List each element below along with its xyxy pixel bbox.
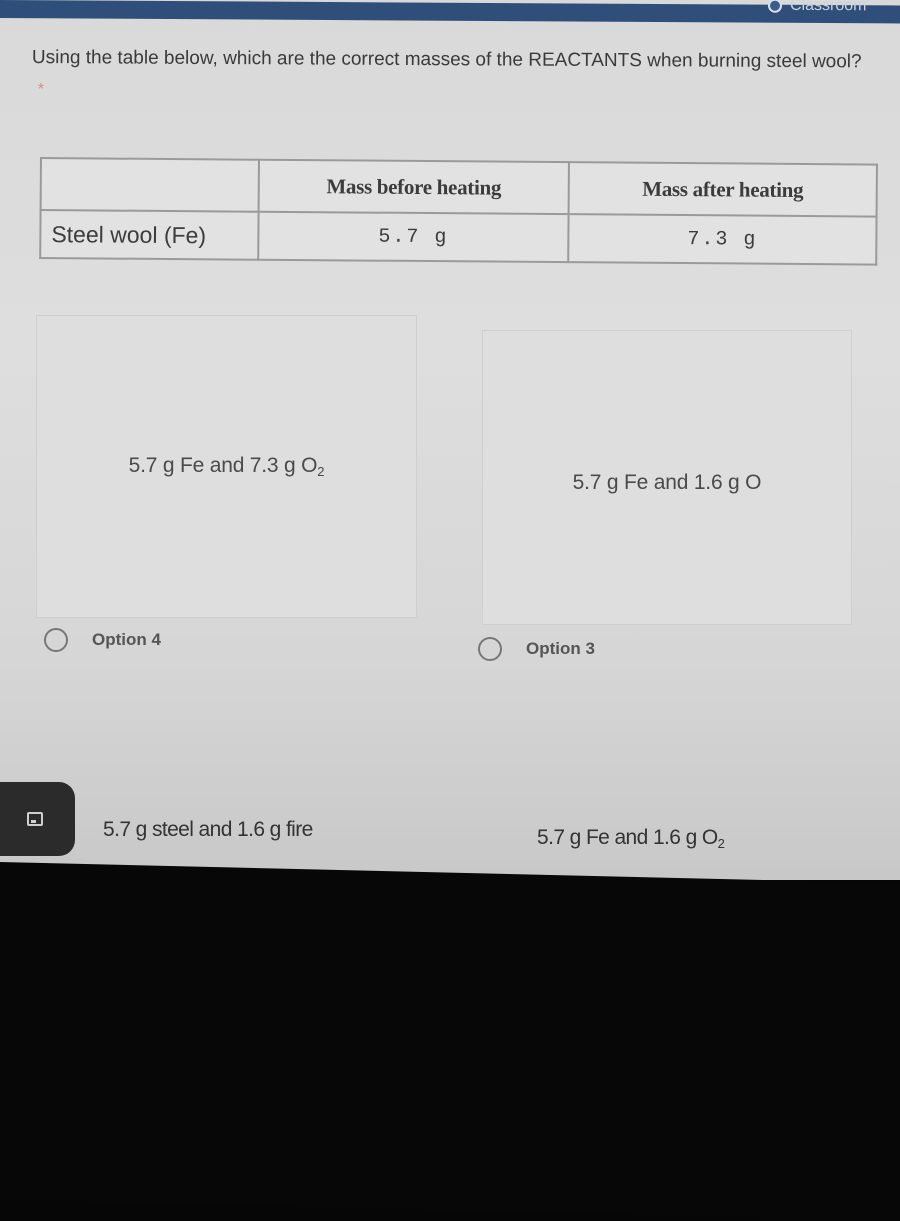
option-4-image-text: 5.7 g Fe and 7.3 g O2 — [129, 454, 325, 479]
table-header-after: Mass after heating — [568, 162, 877, 217]
table-header-before: Mass before heating — [258, 159, 569, 215]
option-4-label[interactable]: Option 4 — [92, 630, 161, 650]
table-header-row: Mass before heating Mass after heating — [40, 158, 877, 217]
table-header-empty — [40, 158, 259, 212]
option-lower-right-text: 5.7 g Fe and 1.6 g O2 — [537, 826, 725, 851]
option-lower-right-text-main: 5.7 g Fe and 1.6 g O — [537, 826, 718, 849]
table-cell-before: 5.7 g — [258, 211, 569, 263]
header-text[interactable]: Classroom — [790, 0, 866, 15]
question-text: Using the table below, which are the cor… — [31, 46, 862, 73]
option-4-image[interactable]: 5.7 g Fe and 7.3 g O2 — [36, 315, 417, 618]
option-3-choice[interactable]: Option 3 — [478, 637, 595, 661]
floating-side-button[interactable] — [0, 782, 75, 856]
mass-table: Mass before heating Mass after heating S… — [39, 157, 878, 266]
option-4-choice[interactable]: Option 4 — [44, 628, 161, 652]
option-lower-right-image[interactable] — [485, 690, 900, 880]
required-marker: * — [37, 81, 45, 99]
option-4-radio[interactable] — [44, 628, 68, 652]
table-row-label: Steel wool (Fe) — [40, 210, 259, 260]
table-cell-after: 7.3 g — [568, 214, 877, 265]
option-lower-right-text-subscript: 2 — [717, 836, 725, 851]
question-title: Using the table below, which are the cor… — [32, 42, 872, 110]
option-3-text-main: 5.7 g Fe and 1.6 g O — [572, 470, 762, 494]
option-3-image-text: 5.7 g Fe and 1.6 g O — [573, 461, 762, 495]
option-4-text-main: 5.7 g Fe and 7.3 g O — [128, 454, 318, 477]
table-row: Steel wool (Fe) 5.7 g 7.3 g — [40, 210, 877, 265]
option-4-text-subscript: 2 — [317, 464, 325, 479]
option-lower-left-text: 5.7 g steel and 1.6 g fire — [103, 818, 313, 842]
option-3-label[interactable]: Option 3 — [526, 639, 595, 659]
option-3-image[interactable]: 5.7 g Fe and 1.6 g O — [482, 330, 852, 625]
screen-window-icon — [27, 812, 43, 826]
top-header-bar: Classroom — [0, 0, 900, 24]
device-bezel — [0, 862, 900, 1221]
screen: Classroom Using the table below, which a… — [0, 0, 900, 880]
option-lower-left-text-main: 5.7 g steel and 1.6 g fire — [103, 818, 313, 841]
option-lower-left-image[interactable] — [34, 690, 450, 880]
option-3-radio[interactable] — [478, 637, 502, 661]
classroom-icon[interactable] — [768, 0, 782, 13]
